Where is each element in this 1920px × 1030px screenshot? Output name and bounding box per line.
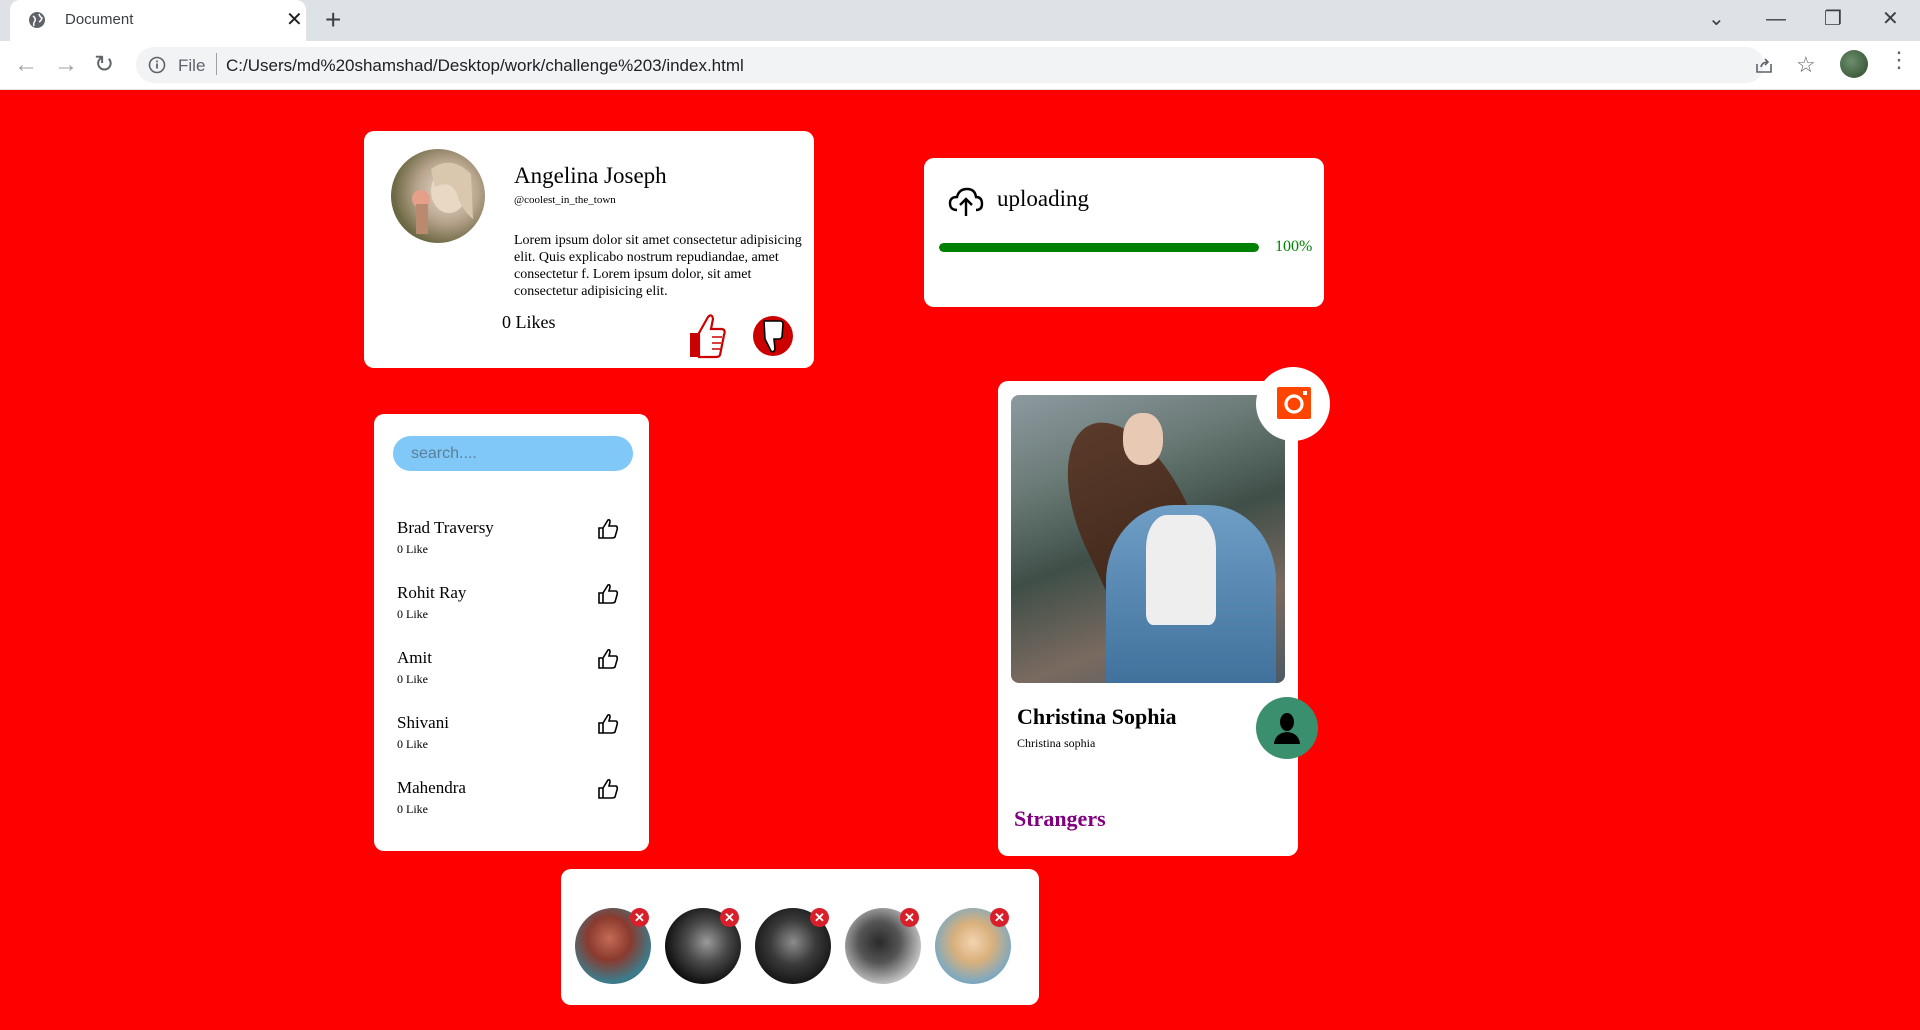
- story-avatar[interactable]: ✕: [845, 908, 921, 984]
- person-name: Mahendra: [397, 778, 466, 797]
- reload-icon[interactable]: ↻: [94, 51, 114, 79]
- upload-progress-bar: [939, 243, 1259, 252]
- upload-card: uploading 100%: [924, 158, 1324, 307]
- profile-bio: Lorem ipsum dolor sit amet consectetur a…: [514, 233, 802, 299]
- photo-face: [1123, 413, 1163, 465]
- person-likes: 0 Like: [397, 672, 428, 686]
- story-avatar[interactable]: ✕: [575, 908, 651, 984]
- story-avatar[interactable]: ✕: [665, 908, 741, 984]
- profile-likes-count: 0 Likes: [502, 312, 556, 332]
- restore-icon[interactable]: ❐: [1824, 6, 1842, 32]
- bookmark-star-icon[interactable]: ☆: [1796, 52, 1816, 78]
- thumbs-up-icon[interactable]: [597, 778, 619, 800]
- person-likes: 0 Like: [397, 542, 428, 556]
- list-item: Brad Traversy 0 Like: [397, 518, 627, 568]
- card-name: Christina Sophia: [1017, 704, 1177, 729]
- browser-toolbar: ← → ↻ File C:/Users/md%20shamshad/Deskto…: [0, 41, 1920, 90]
- share-icon[interactable]: [1754, 55, 1774, 75]
- story-avatar[interactable]: ✕: [755, 908, 831, 984]
- story-avatar[interactable]: ✕: [935, 908, 1011, 984]
- person-name: Shivani: [397, 713, 449, 732]
- tab-strip: Document ✕ + ⌄ — ❐ ✕: [0, 0, 1920, 41]
- menu-dots-icon[interactable]: ⋮: [1888, 49, 1910, 71]
- person-name: Amit: [397, 648, 432, 667]
- person-likes: 0 Like: [397, 607, 428, 621]
- thumbs-up-icon[interactable]: [597, 583, 619, 605]
- tab-close-icon[interactable]: ✕: [286, 9, 303, 31]
- forward-icon[interactable]: →: [54, 51, 78, 79]
- remove-icon[interactable]: ✕: [900, 908, 919, 927]
- browser-tab[interactable]: Document ✕: [10, 0, 306, 41]
- url-separator: [216, 53, 217, 75]
- url-text[interactable]: C:/Users/md%20shamshad/Desktop/work/chal…: [226, 56, 744, 76]
- minimize-icon[interactable]: —: [1766, 6, 1786, 32]
- camera-icon: [1277, 387, 1311, 419]
- thumbs-up-icon[interactable]: [597, 518, 619, 540]
- christina-card: Christina Sophia Christina sophia Strang…: [998, 367, 1330, 856]
- new-tab-icon[interactable]: +: [325, 5, 341, 35]
- list-item: Mahendra 0 Like: [397, 778, 627, 828]
- tab-title: Document: [65, 11, 134, 28]
- profile-avatar-icon[interactable]: [1840, 50, 1868, 78]
- globe-icon: [29, 12, 45, 28]
- person-likes: 0 Like: [397, 802, 428, 816]
- list-item: Amit 0 Like: [397, 648, 627, 698]
- profile-handle: @coolest_in_the_town: [514, 194, 616, 206]
- search-input[interactable]: [393, 436, 633, 471]
- card-footer-label: Strangers: [1014, 806, 1106, 831]
- stories-card: ✕ ✕ ✕ ✕ ✕: [561, 869, 1039, 1005]
- thumbs-up-icon[interactable]: [597, 713, 619, 735]
- thumbs-up-icon[interactable]: [688, 311, 726, 359]
- person-name: Rohit Ray: [397, 583, 467, 602]
- user-icon: [1274, 713, 1300, 744]
- upload-progress-fill: [939, 243, 1259, 252]
- person-likes: 0 Like: [397, 737, 428, 751]
- thumbs-up-icon[interactable]: [597, 648, 619, 670]
- user-button[interactable]: [1256, 697, 1318, 759]
- remove-icon[interactable]: ✕: [720, 908, 739, 927]
- remove-icon[interactable]: ✕: [990, 908, 1009, 927]
- thumbs-down-icon[interactable]: [752, 311, 794, 361]
- url-scheme-label: File: [178, 56, 206, 75]
- back-icon[interactable]: ←: [14, 51, 38, 79]
- window-close-icon[interactable]: ✕: [1882, 6, 1899, 32]
- upload-title: uploading: [997, 186, 1089, 211]
- photo-shirt: [1146, 515, 1216, 625]
- list-item: Shivani 0 Like: [397, 713, 627, 763]
- address-bar[interactable]: File C:/Users/md%20shamshad/Desktop/work…: [136, 47, 1816, 83]
- profile-card: Angelina Joseph @coolest_in_the_town Lor…: [364, 131, 814, 368]
- upload-percent: 100%: [1275, 238, 1313, 255]
- profile-name: Angelina Joseph: [514, 163, 667, 188]
- tab-search-icon[interactable]: ⌄: [1708, 6, 1725, 32]
- list-item: Rohit Ray 0 Like: [397, 583, 627, 633]
- person-name: Brad Traversy: [397, 518, 494, 537]
- card-subtitle: Christina sophia: [1017, 736, 1096, 750]
- camera-button[interactable]: [1256, 367, 1330, 441]
- remove-icon[interactable]: ✕: [630, 908, 649, 927]
- remove-icon[interactable]: ✕: [810, 908, 829, 927]
- people-list-card: Brad Traversy 0 Like Rohit Ray 0 Like Am…: [374, 414, 649, 851]
- info-icon[interactable]: [148, 56, 166, 74]
- cloud-upload-icon: [948, 187, 984, 216]
- profile-avatar: [391, 149, 485, 243]
- avatar-portrait: [412, 162, 473, 234]
- profile-photo: [1011, 395, 1285, 683]
